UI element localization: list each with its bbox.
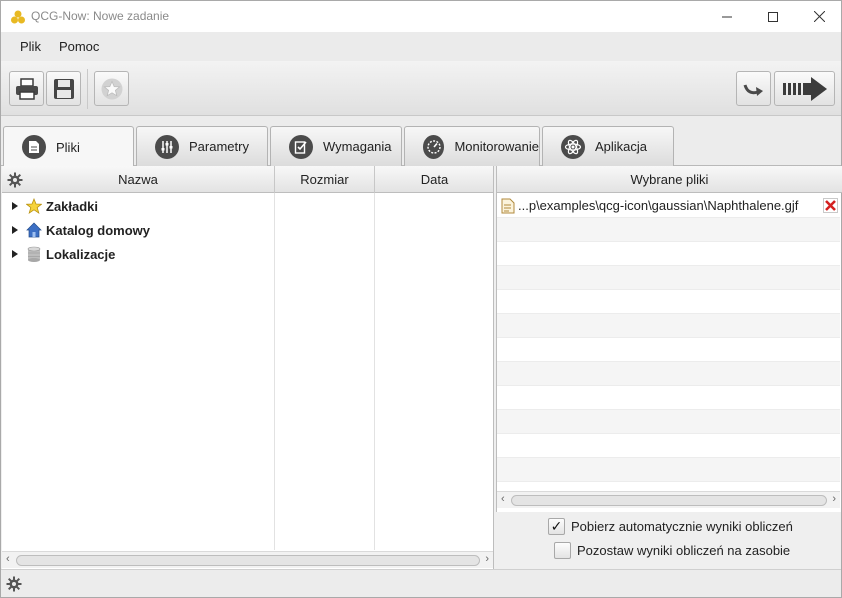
expand-arrow-icon[interactable] <box>12 202 18 210</box>
close-window-button[interactable] <box>796 1 842 32</box>
maximize-button[interactable] <box>750 1 796 32</box>
table-header: Nazwa Rozmiar Data <box>2 166 493 193</box>
tab-label: Aplikacja <box>595 139 648 154</box>
scroll-right-icon[interactable]: › <box>832 493 836 505</box>
tab-label: Wymagania <box>323 139 392 154</box>
undo-arrow-icon <box>743 83 763 96</box>
gauge-icon <box>423 134 445 159</box>
tab-bar: Pliki Parametry Wymagania Monitorowanie … <box>1 116 841 167</box>
empty-row <box>497 410 840 434</box>
file-browser-table: Nazwa Rozmiar Data Zakładki Katalog domo… <box>2 166 494 569</box>
undo-button[interactable] <box>736 71 771 106</box>
empty-row <box>497 434 840 458</box>
document-icon <box>22 135 46 159</box>
expand-arrow-icon[interactable] <box>12 250 18 258</box>
menu-plik[interactable]: Plik <box>11 39 50 54</box>
submit-job-button[interactable] <box>774 71 835 106</box>
empty-row <box>497 338 840 362</box>
minimize-button[interactable] <box>704 1 750 32</box>
toolbar <box>1 61 841 116</box>
selected-file-path: ...p\examples\qcg-icon\gaussian\Naphthal… <box>518 198 799 213</box>
empty-row <box>497 362 840 386</box>
close-icon <box>813 11 825 22</box>
column-divider <box>374 193 375 550</box>
column-header-nazwa[interactable]: Nazwa <box>2 166 275 193</box>
empty-row <box>497 242 840 266</box>
scrollbar-thumb[interactable] <box>16 555 480 566</box>
tab-label: Pliki <box>56 139 80 155</box>
maximize-icon <box>768 11 778 22</box>
print-button[interactable] <box>9 71 44 106</box>
auto-fetch-label: Pobierz automatycznie wyniki obliczeń <box>571 519 793 534</box>
title-bar: QCG-Now: Nowe zadanie <box>1 1 841 32</box>
auto-fetch-checkbox[interactable]: ✓ <box>548 518 565 535</box>
scroll-right-icon[interactable]: › <box>485 553 489 565</box>
scroll-left-icon[interactable]: ‹ <box>501 493 505 505</box>
tree-item-label: Lokalizacje <box>46 246 116 262</box>
status-bar <box>1 569 841 597</box>
home-icon <box>26 222 42 238</box>
menu-pomoc[interactable]: Pomoc <box>50 39 108 54</box>
column-header-data[interactable]: Data <box>375 166 494 193</box>
atom-icon <box>561 134 585 159</box>
horizontal-scrollbar[interactable]: ‹ › <box>2 551 493 568</box>
empty-row <box>497 218 840 242</box>
auto-fetch-option[interactable]: ✓ Pobierz automatycznie wyniki obliczeń <box>548 518 793 535</box>
column-divider <box>274 193 275 550</box>
empty-row <box>497 266 840 290</box>
menu-bar: Plik Pomoc <box>1 32 841 61</box>
submit-arrow-icon <box>782 76 827 101</box>
sliders-icon <box>155 134 179 159</box>
tree-item-katalog-domowy[interactable]: Katalog domowy <box>2 218 150 242</box>
tab-monitorowanie[interactable]: Monitorowanie <box>404 126 540 166</box>
selected-files-table: Wybrane pliki ...p\examples\qcg-icon\gau… <box>496 166 842 512</box>
column-header-wybrane-pliki: Wybrane pliki <box>630 172 709 187</box>
app-logo-icon <box>11 10 25 24</box>
remove-file-icon[interactable] <box>823 198 838 213</box>
text-file-icon <box>501 198 515 214</box>
tab-label: Monitorowanie <box>454 139 539 154</box>
star-icon <box>101 78 122 99</box>
empty-row <box>497 386 840 410</box>
print-icon <box>15 77 38 100</box>
bookmark-button[interactable] <box>94 71 129 106</box>
empty-row <box>497 314 840 338</box>
keep-results-checkbox[interactable] <box>554 542 571 559</box>
settings-gear-icon[interactable] <box>6 576 22 592</box>
result-options: ✓ Pobierz automatycznie wyniki obliczeń … <box>496 512 841 569</box>
expand-arrow-icon[interactable] <box>12 226 18 234</box>
empty-row <box>497 290 840 314</box>
minimize-icon <box>722 16 732 17</box>
toolbar-separator <box>87 69 88 109</box>
tab-pliki[interactable]: Pliki <box>3 126 134 167</box>
keep-results-option[interactable]: Pozostaw wyniki obliczeń na zasobie <box>554 542 790 559</box>
scroll-left-icon[interactable]: ‹ <box>6 553 10 565</box>
keep-results-label: Pozostaw wyniki obliczeń na zasobie <box>577 543 791 558</box>
table-header: Wybrane pliki <box>497 166 842 193</box>
selected-file-row[interactable]: ...p\examples\qcg-icon\gaussian\Naphthal… <box>497 194 840 218</box>
tree-item-label: Zakładki <box>46 198 99 214</box>
tree-item-zakladki[interactable]: Zakładki <box>2 194 98 218</box>
save-icon <box>53 78 74 99</box>
horizontal-scrollbar[interactable]: ‹ › <box>497 491 840 508</box>
tree-item-label: Katalog domowy <box>46 222 151 238</box>
application-window: QCG-Now: Nowe zadanie Plik Pomoc Pliki P… <box>0 0 842 598</box>
tab-label: Parametry <box>189 139 249 154</box>
window-title: QCG-Now: Nowe zadanie <box>31 9 170 23</box>
star-icon <box>26 198 42 214</box>
scrollbar-thumb[interactable] <box>511 495 827 506</box>
tree-item-lokalizacje[interactable]: Lokalizacje <box>2 242 115 266</box>
tab-wymagania[interactable]: Wymagania <box>270 126 402 166</box>
tab-parametry[interactable]: Parametry <box>136 126 268 166</box>
database-icon <box>26 246 42 262</box>
empty-row <box>497 458 840 482</box>
checklist-icon <box>289 134 313 159</box>
column-header-rozmiar[interactable]: Rozmiar <box>275 166 375 193</box>
tab-aplikacja[interactable]: Aplikacja <box>542 126 674 166</box>
save-button[interactable] <box>46 71 81 106</box>
